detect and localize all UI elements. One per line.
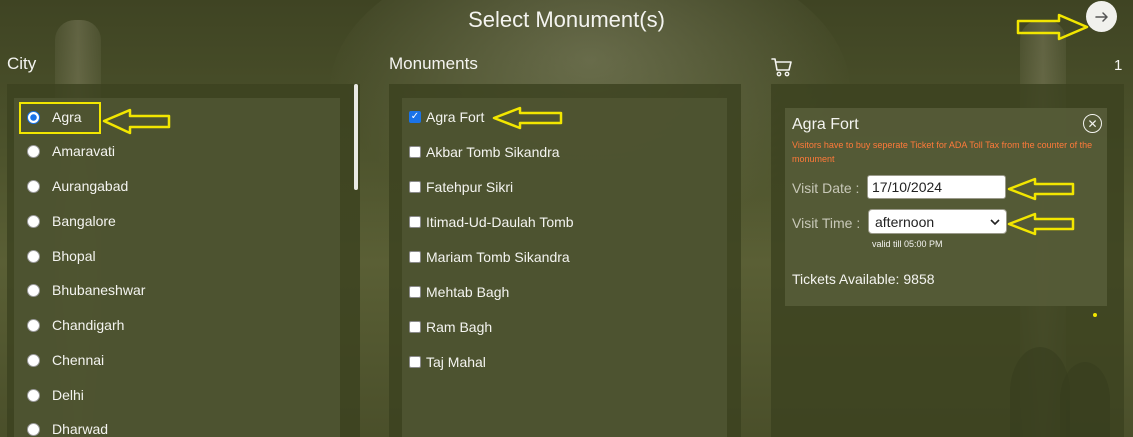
annotation-arrow — [1007, 212, 1075, 236]
city-label: Bhubaneshwar — [52, 282, 146, 298]
city-option-amaravati[interactable]: Amaravati — [27, 139, 115, 163]
annotation-arrow — [102, 108, 171, 135]
monument-label: Mariam Tomb Sikandra — [426, 249, 570, 265]
radio-button[interactable] — [27, 179, 40, 193]
checkbox[interactable]: ✓ — [409, 111, 421, 123]
radio-button[interactable] — [27, 214, 40, 228]
city-label: Dharwad — [52, 421, 109, 437]
radio-button[interactable] — [27, 144, 40, 158]
city-label: Delhi — [52, 387, 84, 403]
tickets-available: Tickets Available: 9858 — [792, 271, 935, 287]
radio-button[interactable] — [27, 318, 40, 332]
visit-date-label: Visit Date : — [792, 180, 860, 196]
remove-item-button[interactable]: ✕ — [1083, 114, 1102, 133]
radio-button[interactable] — [27, 388, 40, 402]
monument-option-taj-mahal[interactable]: Taj Mahal — [409, 350, 486, 374]
city-option-dharwad[interactable]: Dharwad — [27, 417, 108, 437]
monument-option-agra-fort[interactable]: ✓ Agra Fort — [409, 105, 484, 129]
radio-button[interactable] — [27, 353, 40, 367]
visit-time-label: Visit Time : — [792, 215, 861, 231]
monument-label: Ram Bagh — [426, 319, 493, 335]
monument-option-itimad-ud-daulah-tomb[interactable]: Itimad-Ud-Daulah Tomb — [409, 210, 574, 234]
checkbox[interactable] — [409, 146, 421, 158]
city-option-delhi[interactable]: Delhi — [27, 383, 84, 407]
city-option-bhopal[interactable]: Bhopal — [27, 244, 96, 268]
city-option-chennai[interactable]: Chennai — [27, 348, 104, 372]
annotation-arrow — [1016, 13, 1089, 41]
checkbox[interactable] — [409, 251, 421, 263]
visit-time-select[interactable]: afternoon — [868, 209, 1007, 234]
cart-count: 1 — [1114, 57, 1123, 74]
city-label: Amaravati — [52, 143, 116, 159]
monument-option-akbar-tomb-sikandra[interactable]: Akbar Tomb Sikandra — [409, 140, 560, 164]
tickets-count: 9858 — [903, 271, 935, 287]
close-icon: ✕ — [1087, 116, 1098, 131]
checkbox[interactable] — [409, 216, 421, 228]
city-label: Aurangabad — [52, 178, 129, 194]
monuments-column-title: Monuments — [389, 54, 478, 73]
monuments-panel: ✓ Agra Fort Akbar Tomb Sikandra Fatehpur… — [389, 84, 741, 437]
city-option-aurangabad[interactable]: Aurangabad — [27, 174, 128, 198]
monuments-list: ✓ Agra Fort Akbar Tomb Sikandra Fatehpur… — [402, 98, 727, 437]
arrow-right-icon — [1094, 11, 1108, 22]
checkbox[interactable] — [409, 181, 421, 193]
annotation-highlight-box — [19, 102, 101, 134]
monument-label: Agra Fort — [426, 109, 485, 125]
monument-option-ram-bagh[interactable]: Ram Bagh — [409, 315, 492, 339]
monument-label: Taj Mahal — [426, 354, 486, 370]
monument-option-mariam-tomb-sikandra[interactable]: Mariam Tomb Sikandra — [409, 245, 570, 269]
valid-till-note: valid till 05:00 PM — [872, 239, 943, 249]
cart-item-title: Agra Fort — [792, 116, 859, 133]
annotation-arrow — [1007, 177, 1075, 201]
visit-time-value: afternoon — [875, 213, 935, 230]
monument-label: Fatehpur Sikri — [426, 179, 514, 195]
monument-label: Itimad-Ud-Daulah Tomb — [426, 214, 574, 230]
city-label: Bhopal — [52, 248, 96, 264]
city-list-scrollbar[interactable] — [354, 84, 358, 190]
checkbox[interactable] — [409, 321, 421, 333]
annotation-arrow — [492, 106, 563, 130]
cart-icon[interactable] — [771, 56, 793, 78]
monument-option-fatehpur-sikri[interactable]: Fatehpur Sikri — [409, 175, 513, 199]
chevron-down-icon — [990, 218, 1000, 225]
radio-button[interactable] — [27, 283, 40, 297]
city-option-bhubaneshwar[interactable]: Bhubaneshwar — [27, 278, 145, 302]
city-label: Chandigarh — [52, 317, 125, 333]
city-option-chandigarh[interactable]: Chandigarh — [27, 313, 124, 337]
tickets-label: Tickets Available: — [792, 271, 900, 287]
visit-date-input[interactable]: 17/10/2024 — [867, 175, 1006, 199]
monument-label: Akbar Tomb Sikandra — [426, 144, 560, 160]
checkbox[interactable] — [409, 286, 421, 298]
page-title: Select Monument(s) — [468, 7, 665, 32]
cart-item-card: Agra Fort ✕ Visitors have to buy seperat… — [785, 108, 1107, 306]
city-label: Bangalore — [52, 213, 116, 229]
city-panel: Agra Amaravati Aurangabad Bangalore Bhop… — [7, 84, 360, 437]
city-list: Agra Amaravati Aurangabad Bangalore Bhop… — [14, 98, 340, 437]
monument-label: Mehtab Bagh — [426, 284, 510, 300]
city-column-title: City — [7, 54, 37, 73]
monument-option-mehtab-bagh[interactable]: Mehtab Bagh — [409, 280, 509, 304]
city-label: Chennai — [52, 352, 105, 368]
radio-button[interactable] — [27, 422, 40, 436]
city-option-bangalore[interactable]: Bangalore — [27, 209, 116, 233]
toll-tax-warning: Visitors have to buy seperate Ticket for… — [792, 140, 1093, 164]
checkbox[interactable] — [409, 356, 421, 368]
annotation-dot — [1093, 313, 1097, 317]
radio-button[interactable] — [27, 249, 40, 263]
next-button[interactable] — [1086, 1, 1117, 32]
